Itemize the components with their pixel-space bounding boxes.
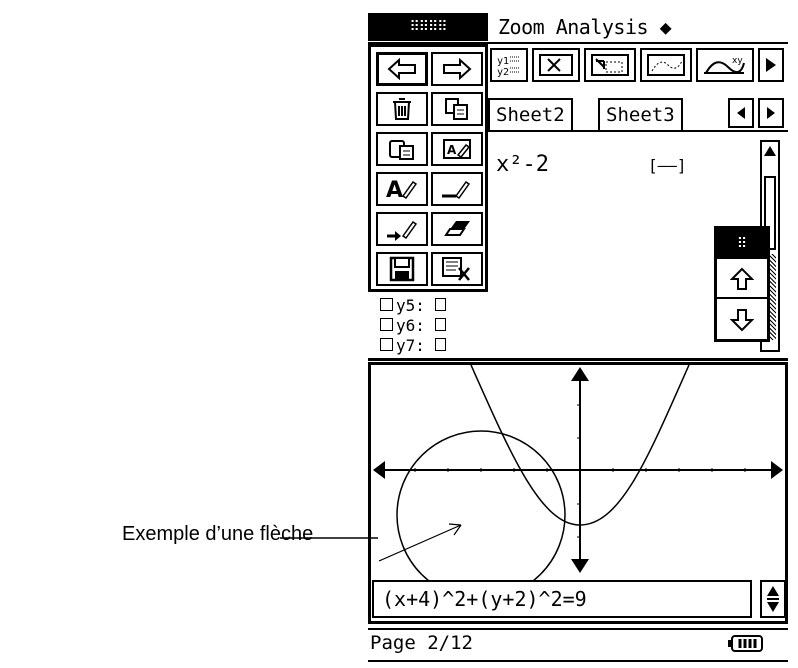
equation-list: y5: y6: y7: <box>380 296 446 356</box>
move-popup-header: ⠿ <box>717 229 767 259</box>
zoom-menu[interactable]: Zoom <box>498 15 545 39</box>
redo-arrow-icon[interactable] <box>431 52 483 86</box>
tab-scroll-right-icon[interactable] <box>758 98 784 128</box>
paste-icon[interactable] <box>376 132 428 166</box>
menu-bar-labels: Zoom Analysis ◆ <box>498 13 672 41</box>
zoom-in-icon[interactable] <box>584 48 636 82</box>
status-bar: Page 2/12 <box>368 628 788 662</box>
text-pen-icon[interactable]: A <box>376 172 428 206</box>
formula-text: x²-2 <box>496 152 549 177</box>
down-arrow-icon[interactable] <box>717 301 767 339</box>
diamond-menu[interactable]: ◆ <box>660 15 672 39</box>
edit-popup-menu: A A <box>368 44 488 292</box>
play-right-icon[interactable] <box>758 48 784 82</box>
svg-text:A: A <box>386 178 403 202</box>
up-arrow-icon[interactable] <box>717 261 767 299</box>
table-icon[interactable]: y1 y2 <box>490 48 528 82</box>
svg-text:y2: y2 <box>497 67 509 77</box>
save-icon[interactable] <box>376 252 428 286</box>
example-arrow <box>378 523 462 562</box>
page-indicator: Page 2/12 <box>370 632 473 654</box>
copy-icon[interactable] <box>431 92 483 126</box>
toolbar: y1 y2 xy <box>488 46 788 86</box>
eraser-icon[interactable] <box>431 212 483 246</box>
svg-text:xy: xy <box>732 56 743 66</box>
tab-sheet2[interactable]: Sheet2 <box>488 98 573 130</box>
analysis-menu[interactable]: Analysis <box>556 15 649 39</box>
equation-y1[interactable]: x²-2 <box>496 152 549 177</box>
list-item[interactable]: y6: <box>380 316 446 336</box>
move-popup-menu: ⠿ <box>714 226 770 342</box>
line-pen-icon[interactable] <box>431 172 483 206</box>
list-item[interactable]: y5: <box>380 296 446 316</box>
clear-sheet-icon[interactable] <box>431 252 483 286</box>
rename-icon[interactable]: A <box>431 132 483 166</box>
circle-curve <box>396 430 566 600</box>
trash-icon[interactable] <box>376 92 428 126</box>
tab-sheet3[interactable]: Sheet3 <box>598 98 683 130</box>
battery-icon <box>728 634 764 658</box>
svg-text:A: A <box>447 143 457 157</box>
sheet-tabs: Sheet2 Sheet3 <box>488 98 788 132</box>
tab-scroll-left-icon[interactable] <box>728 98 754 128</box>
input-scroll-icon[interactable] <box>760 580 786 618</box>
arrow-pen-icon[interactable] <box>376 212 428 246</box>
undo-arrow-icon[interactable] <box>376 52 428 86</box>
svg-text:y1: y1 <box>497 56 509 67</box>
x-axis <box>373 461 783 479</box>
list-item[interactable]: y7: <box>380 336 446 356</box>
zoom-box-icon[interactable] <box>532 48 580 82</box>
line-style[interactable]: [——] <box>648 156 687 175</box>
caption-leader-line <box>280 537 378 539</box>
menu-dots-button[interactable]: ⠿⠿⠿⠿ <box>368 13 488 41</box>
expression-input[interactable]: (x+4)^2+(y+2)^2=9 <box>372 580 752 618</box>
sketch-icon[interactable]: xy <box>696 48 754 82</box>
trace-icon[interactable] <box>640 48 692 82</box>
